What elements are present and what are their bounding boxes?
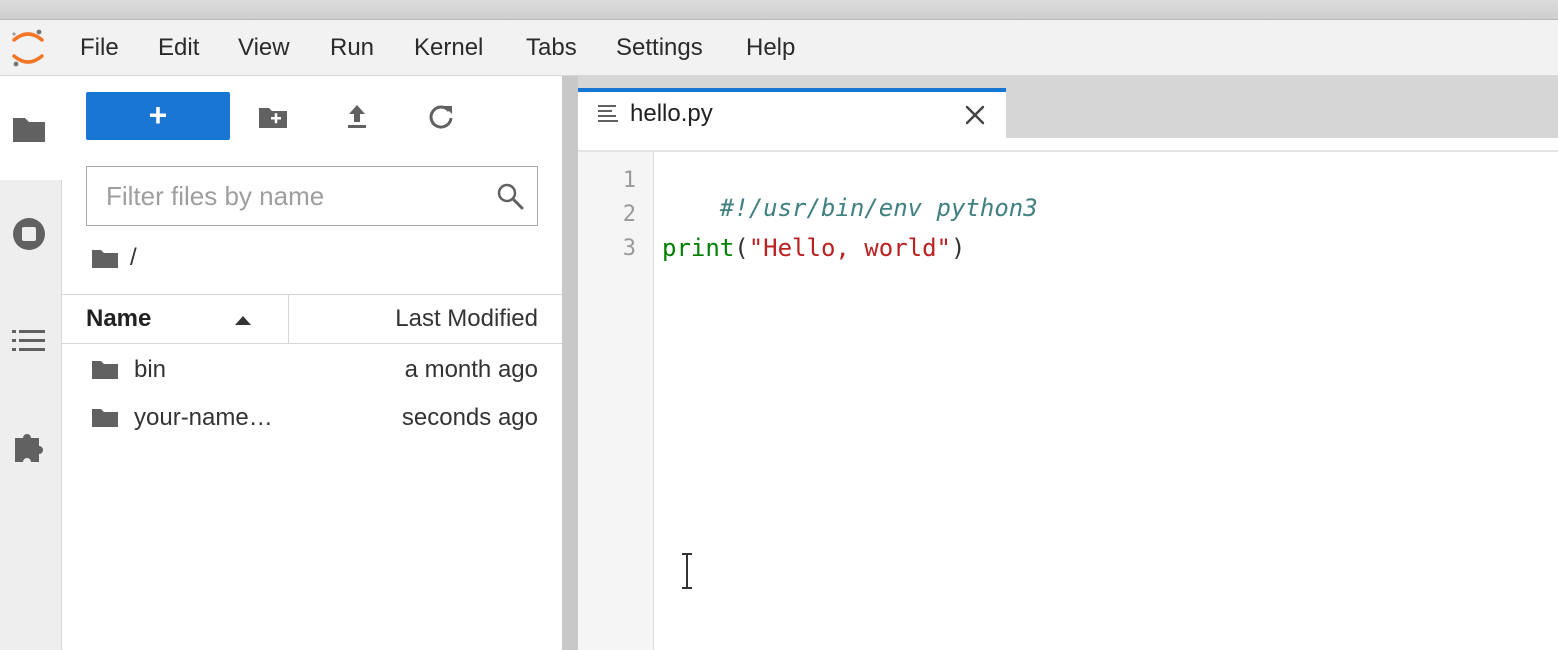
menu-run[interactable]: Run <box>330 33 374 63</box>
stop-circle-icon[interactable] <box>9 214 49 254</box>
line-number: 1 <box>622 168 636 193</box>
code-comment: #!/usr/bin/env python3 <box>719 194 1038 222</box>
new-folder-icon[interactable] <box>256 100 290 134</box>
filter-box <box>86 166 538 226</box>
left-sidebar-rail <box>0 76 62 650</box>
menu-view[interactable]: View <box>238 33 290 63</box>
line-number: 2 <box>622 202 636 227</box>
file-modified: seconds ago <box>401 404 538 431</box>
code-paren-close: ) <box>951 234 966 262</box>
menu-kernel[interactable]: Kernel <box>414 33 483 63</box>
menu-file[interactable]: File <box>80 33 119 63</box>
refresh-icon[interactable] <box>424 100 458 134</box>
breadcrumb-root[interactable]: / <box>130 244 137 272</box>
line-number: 3 <box>622 236 636 261</box>
file-name: bin <box>134 356 167 383</box>
column-modified-header[interactable]: Last Modified <box>395 305 538 333</box>
puzzle-icon[interactable] <box>9 426 49 466</box>
code-string: "Hello, world" <box>748 234 951 262</box>
column-name-header[interactable]: Name <box>86 305 151 333</box>
column-divider[interactable] <box>288 295 289 343</box>
jupyterlab-window: File Edit View Run Kernel Tabs Settings … <box>0 0 1558 650</box>
code-line-3[interactable]: print("Hello, world") <box>662 234 965 264</box>
menu-edit[interactable]: Edit <box>158 33 199 63</box>
menu-settings[interactable]: Settings <box>616 33 703 63</box>
close-icon[interactable] <box>964 104 986 126</box>
jupyter-logo-icon <box>8 26 48 70</box>
folder-icon <box>90 404 120 430</box>
tab-label: hello.py <box>630 100 713 127</box>
menu-bar: File Edit View Run Kernel Tabs Settings … <box>0 20 1558 76</box>
panel-splitter[interactable] <box>562 76 578 650</box>
code-line-1[interactable]: #!/usr/bin/env python3 <box>662 166 1038 222</box>
upload-icon[interactable] <box>340 100 374 134</box>
editor-tab-bar: hello.py <box>578 76 1558 138</box>
file-modified: a month ago <box>404 356 538 383</box>
search-icon <box>495 181 525 211</box>
breadcrumb-folder-icon[interactable] <box>90 246 120 275</box>
folder-icon[interactable] <box>9 108 49 148</box>
file-browser-panel: + Filter files by name / Name Last Modif… <box>62 76 562 650</box>
menu-tabs[interactable]: Tabs <box>526 33 577 63</box>
window-top-strip <box>0 0 1558 20</box>
code-paren-open: ( <box>734 234 749 262</box>
file-list-header: Name Last Modified <box>62 294 562 344</box>
tab-hello-py[interactable]: hello.py <box>578 88 1006 138</box>
file-row[interactable]: your-name… seconds ago <box>62 394 562 442</box>
menu-help[interactable]: Help <box>746 33 795 63</box>
text-file-icon <box>596 102 620 126</box>
new-launcher-button[interactable]: + <box>86 92 230 140</box>
ibeam-cursor-icon <box>676 552 698 590</box>
folder-icon <box>90 356 120 382</box>
line-number-gutter: 1 2 3 <box>578 152 654 650</box>
list-icon[interactable] <box>9 320 49 360</box>
filter-files-input[interactable] <box>88 168 488 224</box>
editor-top-border <box>578 150 1558 152</box>
code-builtin: print <box>662 234 735 262</box>
sort-ascending-icon <box>232 313 254 327</box>
file-name: your-name… <box>134 404 273 431</box>
file-row[interactable]: bin a month ago <box>62 346 562 394</box>
